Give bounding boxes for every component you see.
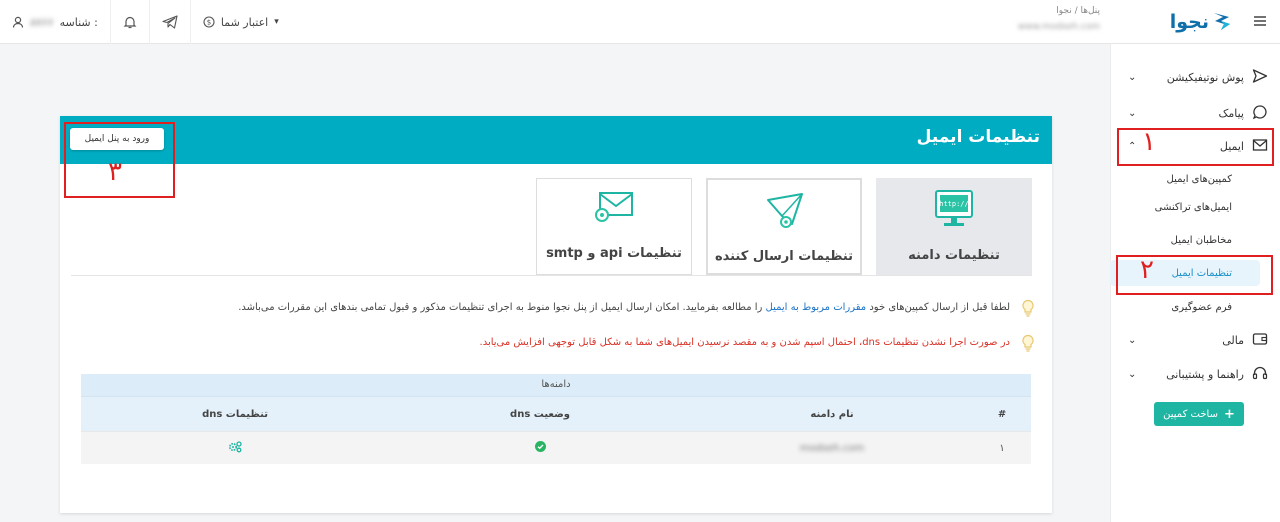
table-caption: دامنه‌ها <box>81 374 1031 396</box>
table-row: ۱ modseh.com <box>81 431 1031 464</box>
credit-label: اعتبار شما <box>220 15 269 29</box>
column-header-index: # <box>997 408 1007 420</box>
sidebar-subitem-label: کمپین‌های ایمیل <box>1166 173 1232 185</box>
logo-text: نجوا <box>1169 11 1209 33</box>
domains-table: دامنه‌ها # نام دامنه وضعیت dns تنظیمات d… <box>81 374 1031 464</box>
dns-warning-notice: در صورت اجرا نشدن تنظیمات dns، احتمال اس… <box>160 334 1034 352</box>
sidebar-subitem-transactional[interactable]: ایمیل‌های تراکنشی <box>1110 194 1260 220</box>
row-domain-text: modseh.com <box>799 442 865 454</box>
gears-icon[interactable] <box>228 440 242 456</box>
paper-plane-gear-icon <box>762 190 806 235</box>
send-icon <box>1252 68 1268 87</box>
browser-http-icon: http:// <box>932 189 976 234</box>
user-icon <box>12 16 24 28</box>
notice-text-start: لطفا قبل از ارسال کمپین‌های خود <box>866 302 1010 313</box>
wallet-icon <box>1252 332 1268 349</box>
table-header-row: # نام دامنه وضعیت dns تنظیمات dns <box>81 396 1031 431</box>
sidebar-subitem-label: مخاطبان ایمیل <box>1170 234 1232 246</box>
sidebar-item-label: مالی <box>1222 333 1244 347</box>
sidebar-item-push[interactable]: پوش نوتیفیکیشن ⌄ <box>1110 62 1280 92</box>
page-title: تنظیمات ایمیل <box>916 127 1040 147</box>
svg-text:$: $ <box>207 19 211 27</box>
tab-label: تنظیمات api و smtp <box>546 246 682 261</box>
lightbulb-icon <box>1020 299 1036 320</box>
build-campaign-button[interactable]: + ساخت کمپین <box>1154 402 1244 426</box>
svg-text:http://: http:// <box>939 200 969 208</box>
lightbulb-icon <box>1020 334 1036 355</box>
dns-warning-text: در صورت اجرا نشدن تنظیمات dns، احتمال اس… <box>479 337 1010 348</box>
telegram-button[interactable] <box>150 0 191 44</box>
sidebar-item-label: پوش نوتیفیکیشن <box>1166 70 1244 84</box>
bell-icon <box>123 15 137 29</box>
chevron-down-icon: ⌄ <box>1128 334 1137 346</box>
sidebar-subitem-label: ایمیل‌های تراکنشی <box>1154 201 1232 213</box>
check-circle-icon <box>534 441 546 455</box>
envelope-gear-icon <box>590 189 638 232</box>
profile-label: شناسه : <box>59 15 98 29</box>
logo[interactable]: نجوا <box>1170 10 1232 35</box>
sidebar-subitem-signup-form[interactable]: فرم عضوگیری <box>1110 294 1260 320</box>
profile-menu[interactable]: ۸۷۶۶ شناسه : <box>0 0 111 44</box>
tab-label: تنظیمات دامنه <box>908 248 1000 263</box>
card-header: تنظیمات ایمیل ورود به پنل ایمیل <box>60 116 1052 164</box>
annotation-box-1 <box>1117 128 1274 166</box>
coin-icon: $ <box>203 16 215 28</box>
column-header-dns-status: وضعیت dns <box>510 408 570 420</box>
notice-text-end: را مطالعه بفرمایید. امکان ارسال ایمیل از… <box>238 302 766 313</box>
column-header-domain: نام دامنه <box>810 408 854 420</box>
breadcrumb: پنل‌ها / نجوا www.modseh.com <box>1000 6 1100 32</box>
sidebar-item-sms[interactable]: پیامک ⌄ <box>1110 98 1280 128</box>
credit-dropdown[interactable]: $ اعتبار شما ▾ <box>191 0 291 44</box>
sidebar-item-help[interactable]: راهنما و پشتیبانی ⌄ <box>1110 359 1280 389</box>
notifications-button[interactable] <box>111 0 150 44</box>
hamburger-menu-button[interactable] <box>1240 15 1280 30</box>
top-bar: ۸۷۶۶ شناسه : $ اعتبار شما ▾ پنل‌ها / نجو… <box>0 0 1280 44</box>
plus-icon: + <box>1223 406 1235 422</box>
sidebar-item-label: راهنما و پشتیبانی <box>1166 367 1244 381</box>
chat-icon <box>1252 104 1268 123</box>
profile-id: ۸۷۶۶ <box>30 15 54 29</box>
row-domain: modseh.com <box>691 432 973 464</box>
row-dns-settings <box>81 432 389 464</box>
sidebar-subitem-contacts[interactable]: مخاطبان ایمیل <box>1110 227 1260 253</box>
sidebar-item-label: پیامک <box>1218 106 1244 120</box>
chevron-down-icon: ▾ <box>274 17 279 27</box>
chevron-down-icon: ⌄ <box>1128 107 1137 119</box>
sidebar-item-finance[interactable]: مالی ⌄ <box>1110 325 1280 355</box>
tab-sender-settings[interactable]: تنظیمات ارسال کننده <box>706 178 862 275</box>
tab-api-smtp-settings[interactable]: تنظیمات api و smtp <box>536 178 692 275</box>
email-rules-link[interactable]: مقررات مربوط به ایمیل <box>766 302 867 313</box>
build-campaign-label: ساخت کمپین <box>1163 408 1218 420</box>
breadcrumb-text: پنل‌ها / نجوا <box>1056 6 1100 16</box>
chevron-down-icon: ⌄ <box>1128 368 1137 380</box>
row-index: ۱ <box>999 442 1005 454</box>
annotation-number-3: ۳ <box>108 157 122 187</box>
email-settings-card: تنظیمات ایمیل ورود به پنل ایمیل http:// … <box>60 116 1052 513</box>
menu-icon <box>1253 15 1267 30</box>
telegram-icon <box>162 15 178 29</box>
tabs-divider <box>71 275 1032 276</box>
column-header-dns-settings: تنظیمات dns <box>202 408 268 420</box>
settings-tabs: http:// تنظیمات دامنه تنظیمات ارسال کنند… <box>536 178 1032 275</box>
email-rules-notice: لطفا قبل از ارسال کمپین‌های خود مقررات م… <box>160 299 1034 317</box>
sidebar-subitem-label: فرم عضوگیری <box>1171 301 1232 313</box>
row-dns-status <box>389 432 691 464</box>
tab-domain-settings[interactable]: http:// تنظیمات دامنه <box>876 178 1032 275</box>
sidebar-subitem-email-campaigns[interactable]: کمپین‌های ایمیل <box>1110 166 1260 192</box>
logo-mark-icon <box>1212 10 1232 35</box>
current-domain: www.modseh.com <box>1017 22 1100 32</box>
annotation-number-2: ۲ <box>1140 255 1154 285</box>
chevron-down-icon: ⌄ <box>1128 71 1137 83</box>
annotation-number-1: ۱ <box>1142 127 1156 157</box>
tab-label: تنظیمات ارسال کننده <box>714 249 854 264</box>
headset-icon <box>1252 365 1268 384</box>
